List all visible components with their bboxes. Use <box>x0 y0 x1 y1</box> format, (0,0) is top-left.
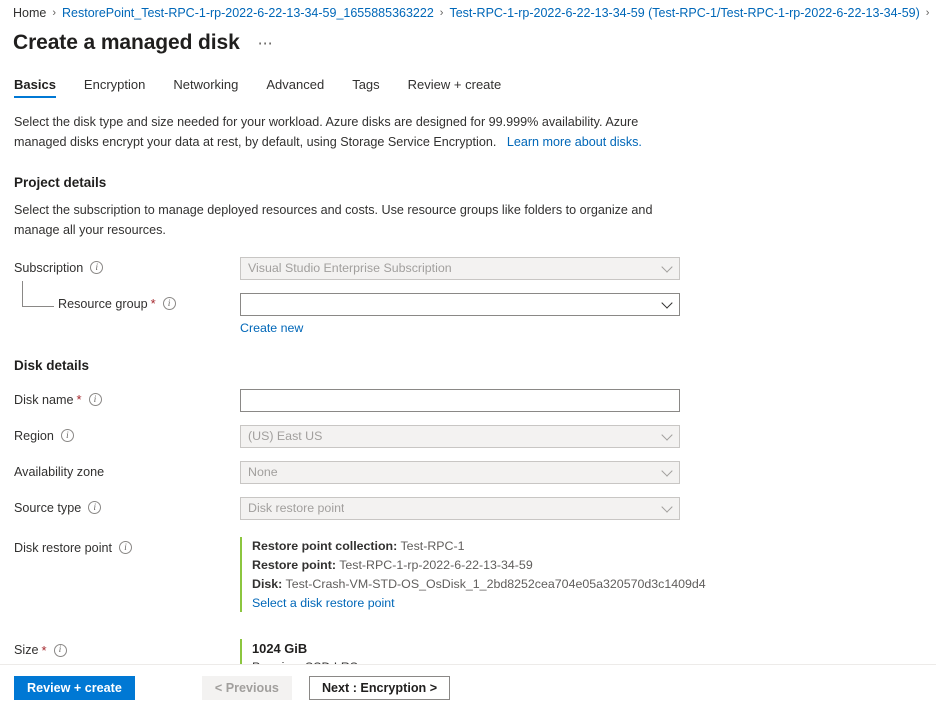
restore-point-collection-label: Restore point collection: <box>252 539 397 553</box>
region-label-group: Region <box>14 425 240 444</box>
tab-review-create[interactable]: Review + create <box>394 78 516 98</box>
subscription-field-area: Visual Studio Enterprise Subscription <box>240 257 936 280</box>
required-indicator: * <box>77 393 82 406</box>
chevron-down-icon <box>661 465 672 476</box>
restore-point-label: Restore point: <box>252 558 336 572</box>
restore-point-line: Restore point: Test-RPC-1-rp-2022-6-22-1… <box>252 556 700 575</box>
size-label: Size <box>14 642 39 658</box>
breadcrumb-item-restore-point-collection[interactable]: RestorePoint_Test-RPC-1-rp-2022-6-22-13-… <box>62 6 434 20</box>
create-managed-disk-page: Home › RestorePoint_Test-RPC-1-rp-2022-6… <box>0 0 936 711</box>
info-icon[interactable] <box>163 297 176 310</box>
form-row-subscription: Subscription Visual Studio Enterprise Su… <box>14 257 936 280</box>
tab-advanced[interactable]: Advanced <box>252 78 338 98</box>
resource-group-select[interactable] <box>240 293 680 316</box>
disk-name-input[interactable] <box>240 389 680 412</box>
availability-zone-select[interactable]: None <box>240 461 680 484</box>
next-encryption-button[interactable]: Next : Encryption > <box>309 676 450 700</box>
info-icon[interactable] <box>88 501 101 514</box>
subscription-label: Subscription <box>14 260 83 276</box>
previous-button[interactable]: < Previous <box>202 676 292 700</box>
source-type-label-group: Source type <box>14 497 240 516</box>
restore-point-disk-line: Disk: Test-Crash-VM-STD-OS_OsDisk_1_2bd8… <box>252 575 700 594</box>
disk-restore-point-label: Disk restore point <box>14 540 112 556</box>
source-type-field-area: Disk restore point <box>240 497 936 520</box>
restore-point-value: Test-RPC-1-rp-2022-6-22-13-34-59 <box>339 558 533 572</box>
required-indicator: * <box>151 297 156 310</box>
form-row-disk-name: Disk name * <box>14 389 936 412</box>
tab-tags[interactable]: Tags <box>338 78 393 98</box>
intro-text: Select the disk type and size needed for… <box>14 113 678 153</box>
form-row-availability-zone: Availability zone None <box>14 461 936 484</box>
region-field-area: (US) East US <box>240 425 936 448</box>
availability-zone-field-area: None <box>240 461 936 484</box>
restore-point-disk-label: Disk: <box>252 577 282 591</box>
info-icon[interactable] <box>89 393 102 406</box>
region-label: Region <box>14 428 54 444</box>
info-icon[interactable] <box>119 541 132 554</box>
disk-details-form: Disk name * Region (US) East US <box>0 389 936 696</box>
disk-restore-point-field-area: Restore point collection: Test-RPC-1 Res… <box>240 537 936 612</box>
breadcrumb-item-home[interactable]: Home <box>13 6 46 20</box>
disk-restore-point-summary: Restore point collection: Test-RPC-1 Res… <box>240 537 700 612</box>
tab-bar: Basics Encryption Networking Advanced Ta… <box>0 70 936 98</box>
disk-name-label: Disk name <box>14 392 74 408</box>
size-label-group: Size * <box>14 639 240 658</box>
breadcrumb-separator-icon: › <box>52 7 56 19</box>
section-title-disk-details: Disk details <box>14 358 936 373</box>
subscription-value: Visual Studio Enterprise Subscription <box>248 261 452 275</box>
required-indicator: * <box>42 644 47 657</box>
tab-networking[interactable]: Networking <box>159 78 252 98</box>
create-new-resource-group-link[interactable]: Create new <box>240 321 303 335</box>
project-details-form: Subscription Visual Studio Enterprise Su… <box>0 257 936 337</box>
resource-group-label-group: Resource group * <box>14 293 240 312</box>
section-description-project-details: Select the subscription to manage deploy… <box>14 201 669 241</box>
form-row-region: Region (US) East US <box>14 425 936 448</box>
form-row-disk-restore-point: Disk restore point Restore point collect… <box>14 537 936 612</box>
resource-group-field-area: Create new <box>240 293 936 337</box>
region-value: (US) East US <box>248 429 322 443</box>
chevron-down-icon <box>661 297 672 308</box>
info-icon[interactable] <box>90 261 103 274</box>
review-create-button[interactable]: Review + create <box>14 676 135 700</box>
source-type-label: Source type <box>14 500 81 516</box>
section-title-project-details: Project details <box>14 175 936 190</box>
info-icon[interactable] <box>61 429 74 442</box>
availability-zone-label: Availability zone <box>14 464 104 480</box>
chevron-down-icon <box>661 501 672 512</box>
source-type-value: Disk restore point <box>248 501 344 515</box>
learn-more-about-disks-link[interactable]: Learn more about disks. <box>507 135 642 149</box>
resource-group-label: Resource group <box>58 296 148 312</box>
breadcrumb: Home › RestorePoint_Test-RPC-1-rp-2022-6… <box>0 0 936 22</box>
chevron-down-icon <box>661 261 672 272</box>
subscription-label-group: Subscription <box>14 257 240 276</box>
breadcrumb-separator-icon: › <box>440 7 444 19</box>
chevron-down-icon <box>661 429 672 440</box>
disk-name-label-group: Disk name * <box>14 389 240 408</box>
restore-point-collection-value: Test-RPC-1 <box>400 539 464 553</box>
more-options-icon[interactable]: ⋯ <box>254 34 278 53</box>
page-title: Create a managed disk <box>13 32 240 53</box>
footer-action-bar: Review + create < Previous Next : Encryp… <box>0 665 936 711</box>
breadcrumb-separator-icon: › <box>926 7 930 19</box>
restore-point-collection-line: Restore point collection: Test-RPC-1 <box>252 537 700 556</box>
subscription-select[interactable]: Visual Studio Enterprise Subscription <box>240 257 680 280</box>
availability-zone-value: None <box>248 465 278 479</box>
select-disk-restore-point-link[interactable]: Select a disk restore point <box>252 596 395 610</box>
availability-zone-label-group: Availability zone <box>14 461 240 480</box>
page-header: Create a managed disk ⋯ <box>0 22 936 56</box>
disk-name-field-area <box>240 389 936 412</box>
restore-point-disk-value: Test-Crash-VM-STD-OS_OsDisk_1_2bd8252cea… <box>286 577 706 591</box>
tab-basics[interactable]: Basics <box>14 78 70 98</box>
disk-restore-point-label-group: Disk restore point <box>14 537 240 556</box>
info-icon[interactable] <box>54 644 67 657</box>
form-row-resource-group: Resource group * Create new <box>14 293 936 337</box>
size-value: 1024 GiB <box>252 639 700 658</box>
form-row-source-type: Source type Disk restore point <box>14 497 936 520</box>
tab-encryption[interactable]: Encryption <box>70 78 159 98</box>
region-select[interactable]: (US) East US <box>240 425 680 448</box>
breadcrumb-item-restore-point[interactable]: Test-RPC-1-rp-2022-6-22-13-34-59 (Test-R… <box>449 6 919 20</box>
source-type-select[interactable]: Disk restore point <box>240 497 680 520</box>
